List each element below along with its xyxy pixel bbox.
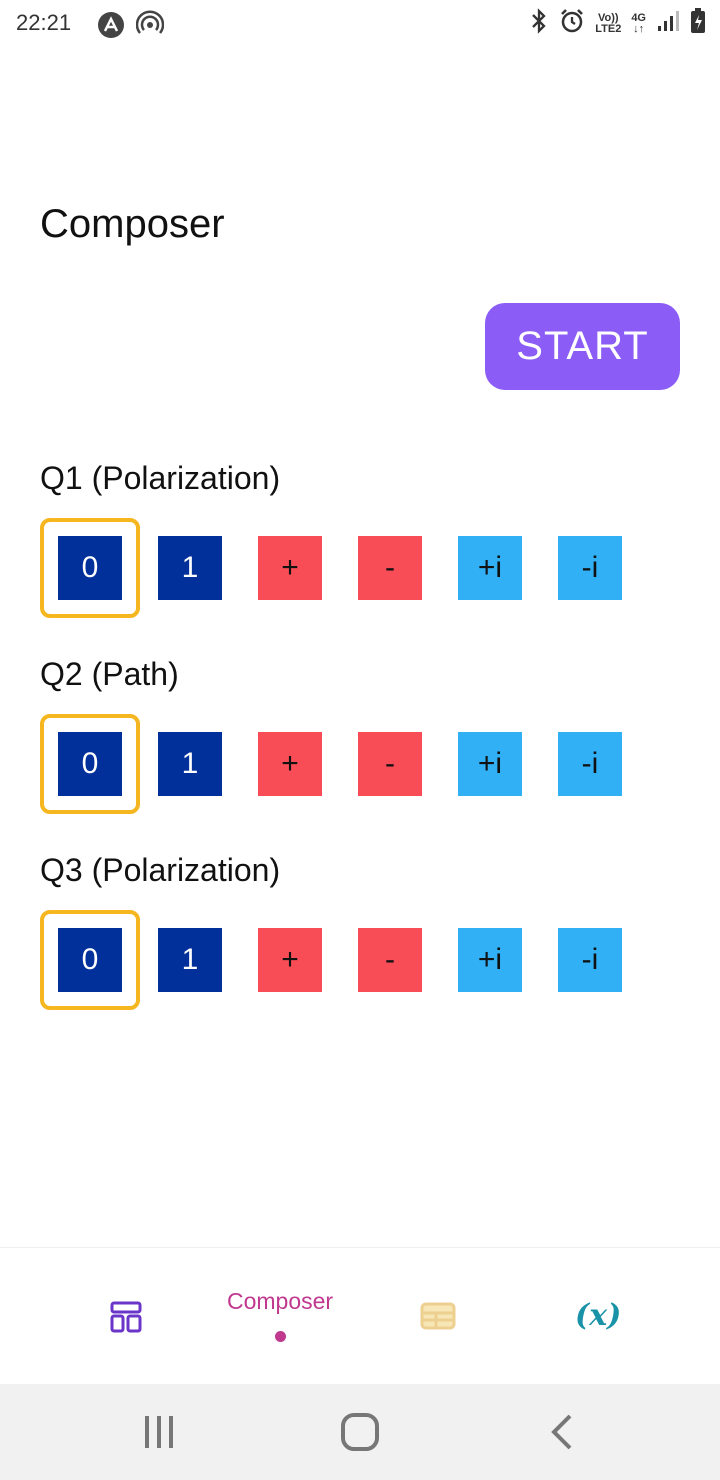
- clock: 22:21: [16, 10, 72, 35]
- option-minus-i[interactable]: -i: [558, 928, 622, 992]
- table-icon: [420, 1302, 456, 1335]
- bluetooth-icon: [529, 8, 549, 39]
- qubit-options-q3: 0 1 + - +i -i: [0, 910, 720, 1010]
- nav-composer-label: Composer: [227, 1288, 334, 1314]
- qubit-label-q2: Q2 (Path): [40, 656, 179, 692]
- hotspot-icon: [135, 10, 165, 43]
- option-minus-i[interactable]: -i: [558, 732, 622, 796]
- system-navigation-bar: [0, 1384, 720, 1480]
- option-plus-i[interactable]: +i: [458, 928, 522, 992]
- option-one[interactable]: 1: [158, 732, 222, 796]
- option-one[interactable]: 1: [158, 928, 222, 992]
- option-plus[interactable]: +: [258, 536, 322, 600]
- bottom-navigation: Composer (x): [0, 1247, 720, 1385]
- option-one[interactable]: 1: [158, 536, 222, 600]
- variable-x-icon: (x): [575, 1298, 622, 1333]
- option-zero[interactable]: 0: [58, 732, 122, 796]
- volte-indicator: Vo)) LTE2: [595, 11, 622, 35]
- start-button[interactable]: START: [485, 303, 680, 390]
- page-title: Composer: [40, 202, 225, 246]
- option-plus[interactable]: +: [258, 928, 322, 992]
- status-bar: 22:21 Vo)) LTE2 4G ↓↑: [0, 0, 720, 50]
- recent-apps-icon[interactable]: [141, 1414, 177, 1455]
- option-minus[interactable]: -: [358, 536, 422, 600]
- nav-variables-tab[interactable]: (x): [575, 1298, 621, 1333]
- nav-dashboard-tab[interactable]: [109, 1300, 143, 1339]
- qubit-options-q2: 0 1 + - +i -i: [0, 714, 720, 814]
- option-minus[interactable]: -: [358, 928, 422, 992]
- qubit-label-q3: Q3 (Polarization): [40, 852, 281, 888]
- active-tab-indicator: [274, 1331, 286, 1342]
- option-minus-i[interactable]: -i: [558, 536, 622, 600]
- option-plus-i[interactable]: +i: [458, 732, 522, 796]
- option-minus[interactable]: -: [358, 732, 422, 796]
- option-plus-i[interactable]: +i: [458, 536, 522, 600]
- qubit-label-q1: Q1 (Polarization): [40, 460, 281, 496]
- battery-charging-icon: [690, 8, 706, 39]
- nav-composer-tab[interactable]: Composer: [227, 1288, 333, 1342]
- qubit-options-q1: 0 1 + - +i -i: [0, 518, 720, 618]
- home-icon[interactable]: [340, 1412, 380, 1457]
- app-notification-icon: [96, 10, 126, 45]
- option-plus[interactable]: +: [258, 732, 322, 796]
- alarm-icon: [559, 8, 585, 39]
- layout-dashboard-icon: [109, 1300, 143, 1339]
- nav-table-tab[interactable]: [420, 1302, 456, 1335]
- data-arrows-icon: ↓↑: [633, 22, 645, 35]
- back-icon[interactable]: [548, 1414, 576, 1455]
- option-zero[interactable]: 0: [58, 536, 122, 600]
- signal-icon: [656, 9, 680, 38]
- network-indicator: 4G ↓↑: [631, 11, 646, 35]
- option-zero[interactable]: 0: [58, 928, 122, 992]
